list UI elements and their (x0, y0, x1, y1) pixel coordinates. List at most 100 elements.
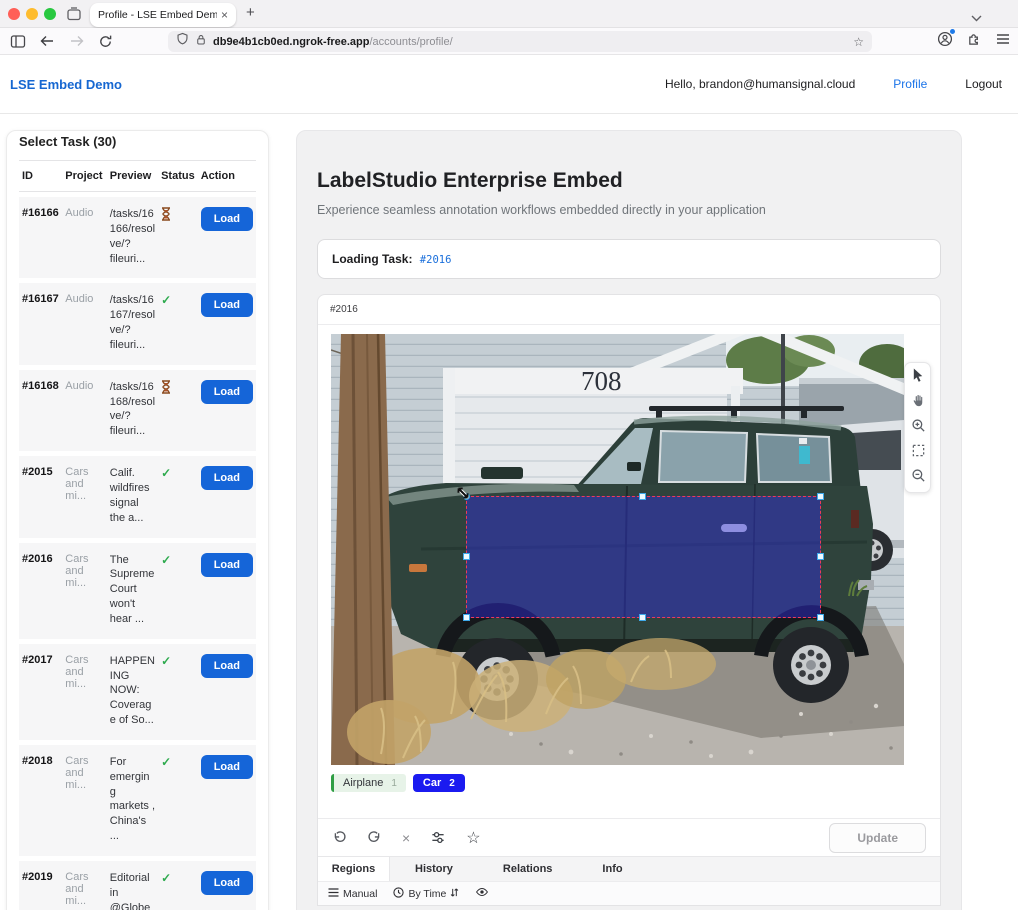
load-button[interactable]: Load (201, 466, 253, 490)
toggle-visibility-button[interactable] (475, 887, 489, 900)
bbox-handle[interactable] (639, 614, 646, 621)
brand-title: LSE Embed Demo (10, 77, 122, 92)
task-status: ✓ (158, 456, 198, 537)
load-button[interactable]: Load (201, 207, 253, 231)
task-row: #2016Cars and mi...The Supreme Court won… (19, 543, 256, 639)
label-car[interactable]: Car 2 (413, 774, 465, 792)
check-icon: ✓ (161, 466, 171, 480)
header-divider (0, 113, 1018, 114)
update-button[interactable]: Update (829, 823, 926, 853)
bbox-handle[interactable] (463, 614, 470, 621)
task-project: Cars and mi... (62, 543, 106, 639)
select-tool-button[interactable] (905, 365, 932, 390)
check-icon: ✓ (161, 654, 171, 668)
app-window: Profile - LSE Embed Demo × + db9e4b1c (0, 0, 1018, 910)
task-preview: The Supreme Court won't hear ... (107, 543, 158, 639)
task-id: #2018 (19, 745, 62, 856)
annotation-task-id: #2016 (318, 295, 940, 325)
tab-overview-icon[interactable] (66, 6, 82, 27)
group-manual-button[interactable]: Manual (328, 888, 377, 900)
tab-history[interactable]: History (390, 857, 478, 881)
tab-close-icon[interactable]: × (221, 8, 228, 22)
account-icon[interactable] (937, 31, 953, 52)
load-button[interactable]: Load (201, 755, 253, 779)
task-row: #2018Cars and mi...For emerging markets … (19, 745, 256, 856)
list-tabs-chevron-icon[interactable] (971, 9, 982, 27)
tab-relations[interactable]: Relations (478, 857, 578, 881)
logout-link[interactable]: Logout (965, 77, 1002, 91)
clock-icon (393, 887, 404, 901)
task-preview: /tasks/16168/resolve/?fileuri... (107, 370, 158, 451)
task-table-body: #16166Audio/tasks/16166/resolve/?fileuri… (19, 197, 256, 910)
lock-icon[interactable] (195, 33, 207, 51)
hourglass-icon (161, 385, 171, 397)
delete-region-button[interactable]: × (402, 830, 410, 846)
column-header-status: Status (158, 160, 198, 192)
browser-tab[interactable]: Profile - LSE Embed Demo × (90, 3, 236, 27)
load-button[interactable]: Load (201, 871, 253, 895)
new-tab-button[interactable]: + (246, 4, 255, 21)
task-id: #2019 (19, 861, 62, 910)
ground-truth-star-icon[interactable]: ☆ (466, 828, 480, 848)
label-car-name: Car (423, 777, 441, 789)
url-domain: db9e4b1cb0ed.ngrok-free.app (213, 36, 370, 48)
load-button[interactable]: Load (201, 553, 253, 577)
task-id: #16168 (19, 370, 62, 451)
tab-regions[interactable]: Regions (318, 857, 390, 881)
fit-screen-button[interactable] (905, 440, 932, 465)
bbox-handle[interactable] (817, 614, 824, 621)
close-window-button[interactable] (8, 8, 20, 20)
bbox-handle[interactable] (639, 493, 646, 500)
url-text: db9e4b1cb0ed.ngrok-free.app/accounts/pro… (213, 36, 453, 48)
panel-tabs: Regions History Relations Info (318, 856, 940, 881)
task-preview: For emerging markets , China's ... (107, 745, 158, 856)
check-icon: ✓ (161, 553, 171, 567)
bbox-handle[interactable] (817, 553, 824, 560)
task-row: #16166Audio/tasks/16166/resolve/?fileuri… (19, 197, 256, 278)
load-button[interactable]: Load (201, 654, 253, 678)
house-number: 708 (581, 366, 622, 396)
redo-button[interactable] (367, 830, 382, 845)
bbox-handle[interactable] (463, 553, 470, 560)
task-list-title: Select Task (30) (19, 134, 256, 149)
sidebar-toggle-icon[interactable] (10, 34, 26, 49)
column-header-action: Action (198, 160, 256, 192)
task-table: ID Project Preview Status Action #16166A… (19, 155, 256, 910)
task-id: #2017 (19, 644, 62, 740)
group-manual-label: Manual (343, 888, 377, 900)
undo-button[interactable] (332, 830, 347, 845)
loading-task-banner: Loading Task: #2016 (317, 239, 941, 279)
url-bar[interactable]: db9e4b1cb0ed.ngrok-free.app/accounts/pro… (168, 31, 872, 52)
shield-icon[interactable] (176, 32, 189, 51)
sort-by-time-button[interactable]: By Time (393, 887, 459, 901)
zoom-window-button[interactable] (44, 8, 56, 20)
bookmark-star-icon[interactable]: ☆ (853, 35, 864, 49)
extensions-icon[interactable] (967, 31, 982, 51)
menu-icon[interactable] (996, 32, 1010, 50)
profile-link[interactable]: Profile (893, 77, 927, 91)
load-button[interactable]: Load (201, 293, 253, 317)
load-button[interactable]: Load (201, 380, 253, 404)
column-header-project: Project (62, 160, 106, 192)
fit-screen-icon (911, 443, 926, 463)
task-list-panel: Select Task (30) ID Project Preview Stat… (6, 130, 269, 910)
tab-info[interactable]: Info (577, 857, 647, 881)
regions-subbar: Manual By Time (318, 881, 940, 905)
back-icon[interactable] (40, 35, 55, 47)
label-airplane[interactable]: Airplane 1 (331, 774, 406, 792)
page-title: LabelStudio Enterprise Embed (317, 169, 941, 193)
pan-tool-button[interactable] (905, 390, 932, 415)
task-row: #16167Audio/tasks/16167/resolve/?fileuri… (19, 283, 256, 364)
bbox-handle[interactable] (817, 493, 824, 500)
forward-icon[interactable] (69, 35, 84, 47)
reload-icon[interactable] (98, 34, 113, 49)
task-id: #16166 (19, 197, 62, 278)
settings-sliders-icon[interactable] (430, 830, 446, 845)
label-row: Airplane 1 Car 2 (331, 774, 927, 818)
minimize-window-button[interactable] (26, 8, 38, 20)
zoom-in-button[interactable] (905, 415, 932, 440)
annotation-image[interactable]: 708 (331, 334, 904, 765)
zoom-out-button[interactable] (905, 465, 932, 490)
car-bounding-box[interactable] (466, 496, 821, 618)
task-row: #16168Audio/tasks/16168/resolve/?fileuri… (19, 370, 256, 451)
